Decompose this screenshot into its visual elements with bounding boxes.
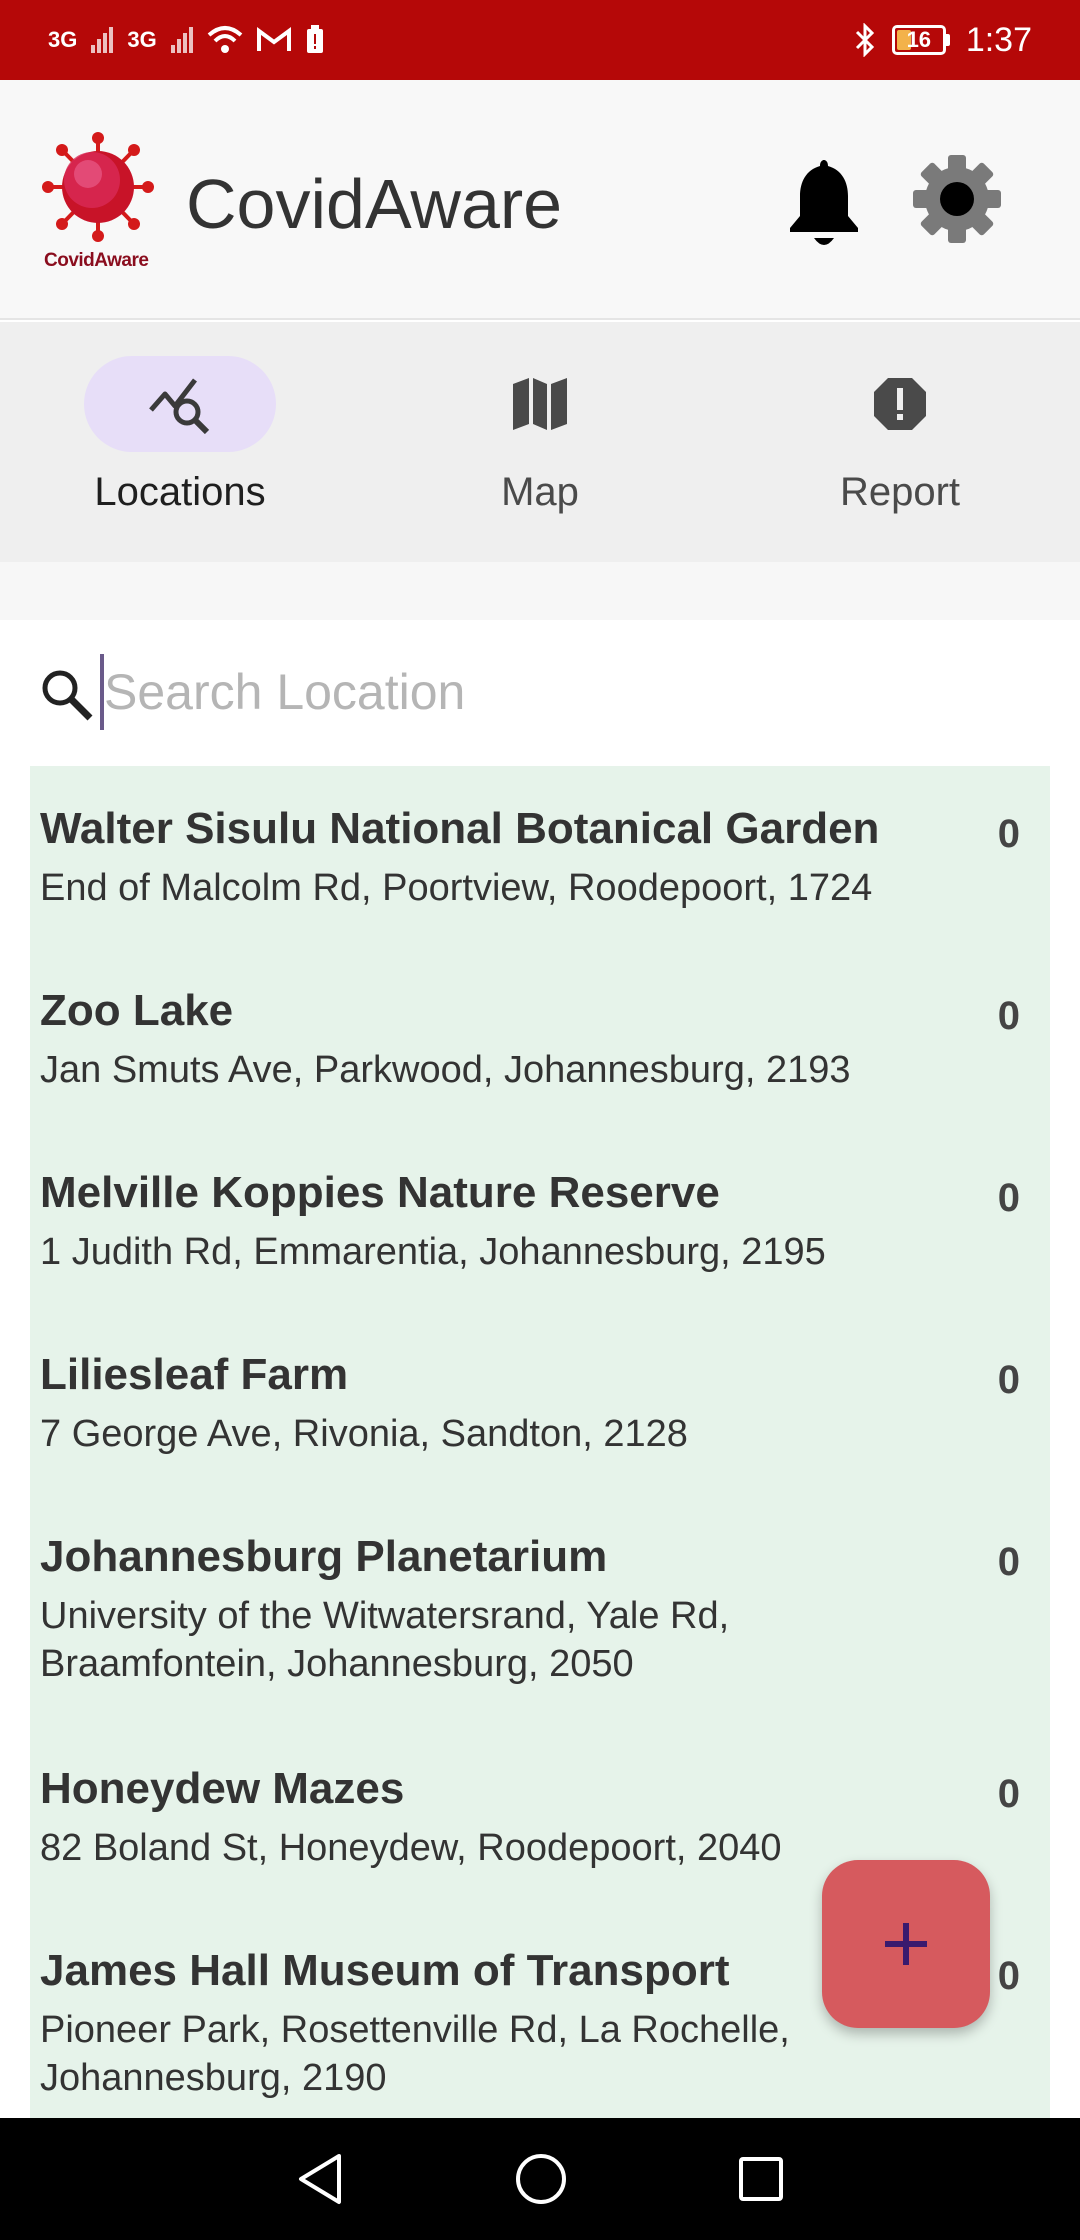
list-item[interactable]: Johannesburg Planetarium University of t…	[30, 1532, 1050, 1732]
back-icon[interactable]	[295, 2152, 345, 2206]
battery-indicator: 16	[891, 25, 950, 55]
plus-icon	[885, 1923, 927, 1965]
app-header: CovidAware CovidAware	[0, 80, 1080, 320]
location-address: 82 Boland St, Honeydew, Roodepoort, 2040	[40, 1827, 782, 1869]
location-name: Johannesburg Planetarium	[40, 1532, 608, 1581]
location-count: 0	[997, 812, 1020, 856]
tab-locations[interactable]: Locations	[0, 322, 360, 562]
app-logo: CovidAware	[38, 132, 158, 272]
location-address: 1 Judith Rd, Emmarentia, Johannesburg, 2…	[40, 1231, 826, 1273]
list-item[interactable]: Melville Koppies Nature Reserve 1 Judith…	[30, 1168, 1050, 1328]
search-icon	[42, 670, 93, 721]
battery-alert-icon	[306, 25, 323, 53]
tab-label: Map	[501, 470, 579, 514]
search-bar	[0, 620, 1080, 770]
location-count: 0	[997, 1772, 1020, 1816]
gear-icon[interactable]	[912, 154, 1002, 244]
system-nav-bar	[0, 2118, 1080, 2240]
tab-report[interactable]: Report	[720, 322, 1080, 562]
network-type-1: 3G	[48, 27, 78, 52]
location-name: Honeydew Mazes	[40, 1764, 405, 1813]
location-address: University of the Witwatersrand, Yale Rd…	[40, 1595, 730, 1685]
gmail-icon	[256, 27, 291, 51]
tab-map-indicator	[444, 356, 636, 452]
location-count: 0	[997, 1358, 1020, 1402]
list-item[interactable]: Walter Sisulu National Botanical Garden …	[30, 804, 1050, 964]
tab-map[interactable]: Map	[360, 322, 720, 562]
signal-icon	[91, 27, 114, 53]
signal-icon-2	[170, 27, 193, 53]
divider	[0, 562, 1080, 620]
location-count: 0	[997, 1176, 1020, 1220]
battery-level: 16	[906, 27, 932, 52]
location-address: End of Malcolm Rd, Poortview, Roodepoort…	[40, 867, 873, 909]
recents-icon[interactable]	[737, 2155, 785, 2203]
status-bar: 3G 3G 16 1:37	[0, 0, 1080, 80]
network-type-2: 3G	[127, 27, 157, 52]
location-address: Jan Smuts Ave, Parkwood, Johannesburg, 2…	[40, 1049, 851, 1091]
trending-search-icon	[149, 378, 210, 434]
tab-label: Report	[839, 470, 961, 514]
list-item[interactable]: Liliesleaf Farm 7 George Ave, Rivonia, S…	[30, 1350, 1050, 1510]
virus-logo-icon	[42, 132, 154, 242]
location-address: Pioneer Park, Rosettenville Rd, La Roche…	[40, 2009, 790, 2099]
tab-report-indicator	[804, 356, 996, 452]
location-name: Zoo Lake	[40, 986, 234, 1035]
wifi-icon	[207, 26, 243, 53]
search-input[interactable]	[104, 648, 1004, 736]
location-count: 0	[997, 1954, 1020, 1998]
section-tabs: Locations Map Report	[0, 322, 1080, 562]
bluetooth-icon	[855, 23, 874, 57]
clock: 1:37	[965, 20, 1032, 59]
add-location-button[interactable]	[822, 1860, 990, 2028]
app-title: CovidAware	[186, 165, 563, 243]
bell-icon[interactable]	[784, 154, 864, 254]
report-icon	[874, 378, 926, 430]
logo-text: CovidAware	[44, 250, 149, 271]
tab-locations-indicator	[84, 356, 276, 452]
location-address: 7 George Ave, Rivonia, Sandton, 2128	[40, 1413, 688, 1455]
location-name: James Hall Museum of Transport	[40, 1946, 730, 1995]
location-name: Walter Sisulu National Botanical Garden	[40, 804, 880, 853]
list-item[interactable]: Zoo Lake Jan Smuts Ave, Parkwood, Johann…	[30, 986, 1050, 1146]
map-icon	[513, 378, 567, 430]
location-name: Liliesleaf Farm	[40, 1350, 349, 1399]
home-icon[interactable]	[514, 2152, 568, 2206]
tab-label: Locations	[94, 470, 266, 514]
location-count: 0	[997, 994, 1020, 1038]
status-left: 3G 3G	[48, 25, 325, 55]
location-count: 0	[997, 1540, 1020, 1584]
location-name: Melville Koppies Nature Reserve	[40, 1168, 720, 1217]
status-right: 16 1:37	[854, 21, 1032, 60]
